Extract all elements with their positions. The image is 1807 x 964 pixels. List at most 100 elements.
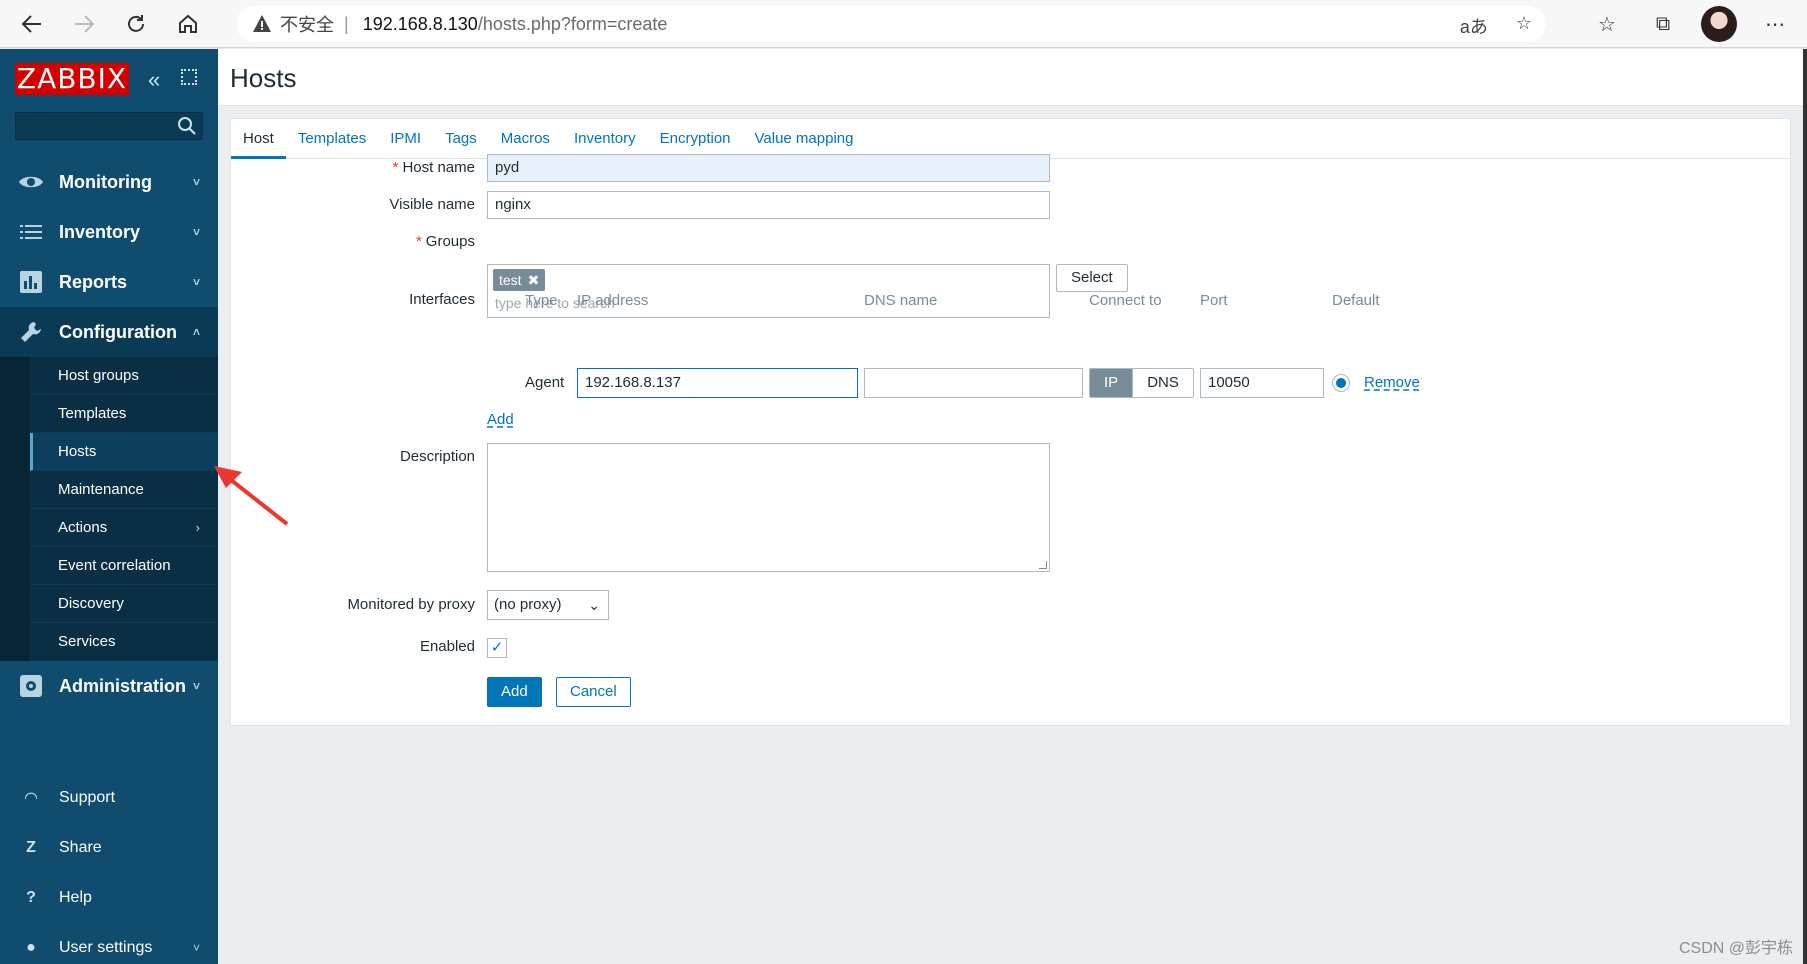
tab-encryption[interactable]: Encryption (648, 119, 743, 159)
interface-type-header: Type (525, 292, 558, 309)
tab-inventory[interactable]: Inventory (562, 119, 648, 159)
watermark: CSDN @彭宇栋 (1678, 940, 1793, 957)
add-button[interactable]: Add (487, 677, 542, 707)
tab-host[interactable]: Host (231, 119, 286, 159)
collections-icon[interactable]: ⧉ (1645, 6, 1681, 42)
submenu-event-correlation[interactable]: Event correlation (30, 547, 218, 585)
host-name-input[interactable]: pyd (487, 154, 1050, 182)
menu-inventory[interactable]: Inventory ˅ (0, 207, 218, 257)
add-interface-link[interactable]: Add (487, 411, 514, 428)
tab-macros[interactable]: Macros (489, 119, 562, 159)
configuration-submenu: Host groups Templates Hosts Maintenance … (0, 357, 218, 661)
group-tag: test ✖ (493, 269, 546, 291)
visible-name-input[interactable]: nginx (487, 191, 1050, 219)
proxy-label: Monitored by proxy (347, 596, 475, 613)
interface-default-header: Default (1332, 292, 1380, 309)
submenu-host-groups[interactable]: Host groups (30, 357, 218, 395)
sidebar: ZABBIX « Monitoring ˅ Inventory ˅ Report… (0, 49, 218, 964)
chevron-down-icon: ˅ (192, 941, 200, 955)
chevron-right-icon: › (195, 520, 200, 535)
refresh-icon[interactable] (116, 4, 156, 44)
address-bar[interactable]: 不安全 | 192.168.8.130/hosts.php?form=creat… (236, 6, 1546, 42)
headset-icon: ◠ (24, 790, 38, 807)
interface-ip-header: IP address (577, 292, 649, 309)
address-separator: | (344, 13, 349, 34)
chevron-down-icon: ˅ (192, 679, 200, 693)
submenu-templates[interactable]: Templates (30, 395, 218, 433)
description-textarea[interactable] (487, 443, 1050, 572)
window-edge (1803, 49, 1807, 964)
kiosk-mode-icon[interactable] (181, 69, 197, 85)
remove-tag-icon[interactable]: ✖ (528, 272, 540, 288)
collapse-sidebar-icon[interactable]: « (148, 67, 160, 93)
menu-reports-label: Reports (59, 271, 128, 292)
eye-icon (17, 168, 45, 196)
sidebar-search-input[interactable] (15, 112, 203, 140)
menu-share[interactable]: Z Share (0, 823, 218, 873)
menu-reports[interactable]: Reports ˅ (0, 257, 218, 307)
interface-ip-input[interactable]: 192.168.8.137 (577, 368, 858, 398)
groups-multiselect[interactable]: test ✖ type here to search (487, 264, 1050, 318)
add-favorite-icon[interactable]: ☆ (1516, 13, 1532, 39)
resize-handle-icon[interactable] (1039, 561, 1047, 569)
menu-administration[interactable]: Administration ˅ (0, 661, 218, 711)
zabbix-logo[interactable]: ZABBIX (15, 63, 129, 95)
favorites-icon[interactable]: ☆ (1589, 6, 1625, 42)
interface-port-input[interactable]: 10050 (1200, 368, 1324, 398)
default-interface-radio[interactable] (1332, 374, 1350, 392)
submenu-actions[interactable]: Actions › (30, 509, 218, 547)
proxy-select-value: (no proxy) (494, 596, 562, 613)
submenu-maintenance[interactable]: Maintenance (30, 471, 218, 509)
tab-ipmi[interactable]: IPMI (378, 119, 433, 159)
menu-support[interactable]: ◠ Support (0, 773, 218, 823)
page-header: Hosts (218, 49, 1803, 106)
browser-toolbar: 不安全 | 192.168.8.130/hosts.php?form=creat… (0, 0, 1807, 48)
interface-dns-header: DNS name (864, 292, 938, 309)
connect-ip-button[interactable]: IP (1090, 369, 1133, 397)
tab-templates[interactable]: Templates (286, 119, 378, 159)
chevron-down-icon: ˅ (192, 275, 200, 289)
back-icon[interactable] (12, 4, 52, 44)
menu-monitoring[interactable]: Monitoring ˅ (0, 157, 218, 207)
menu-help-label: Help (59, 889, 92, 906)
enabled-label: Enabled (419, 638, 475, 655)
forward-icon[interactable] (64, 4, 104, 44)
menu-support-label: Support (59, 789, 116, 806)
connect-dns-button[interactable]: DNS (1132, 369, 1193, 397)
home-icon[interactable] (168, 4, 208, 44)
submenu-discovery[interactable]: Discovery (30, 585, 218, 623)
chevron-down-icon: ⌄ (588, 597, 600, 613)
wrench-icon (17, 318, 45, 346)
menu-inventory-label: Inventory (59, 221, 141, 242)
interface-dns-input[interactable] (864, 368, 1083, 398)
required-mark: * (392, 159, 399, 176)
submenu-hosts[interactable]: Hosts (30, 433, 218, 471)
profile-avatar[interactable] (1701, 6, 1737, 42)
chevron-down-icon: ˅ (192, 175, 200, 189)
proxy-select[interactable]: (no proxy) ⌄ (487, 590, 609, 620)
page-title: Hosts (230, 63, 297, 93)
select-groups-button[interactable]: Select (1056, 264, 1128, 292)
warning-icon (253, 15, 271, 32)
enabled-checkbox[interactable]: ✓ (487, 638, 507, 658)
submenu-services[interactable]: Services (30, 623, 218, 661)
list-icon (17, 218, 45, 246)
search-icon[interactable] (177, 116, 197, 136)
tab-bar: Host Templates IPMI Tags Macros Inventor… (231, 119, 1790, 159)
menu-help[interactable]: ? Help (0, 873, 218, 923)
cancel-button[interactable]: Cancel (556, 677, 631, 707)
submenu-actions-label: Actions (58, 519, 108, 536)
more-icon[interactable]: ⋯ (1757, 6, 1793, 42)
remove-interface-link[interactable]: Remove (1364, 374, 1420, 391)
annotation-arrow-icon (214, 466, 289, 526)
share-icon: Z (26, 839, 36, 856)
read-aloud-icon[interactable]: aあ (1460, 13, 1488, 39)
menu-user-settings[interactable]: ● User settings ˅ (0, 923, 218, 964)
tab-tags[interactable]: Tags (433, 119, 489, 159)
chevron-down-icon: ˅ (192, 225, 200, 239)
menu-administration-label: Administration (59, 675, 187, 696)
tab-value-mapping[interactable]: Value mapping (743, 119, 866, 159)
menu-configuration[interactable]: Configuration ˄ (0, 307, 218, 357)
connect-to-toggle: IP DNS (1089, 368, 1194, 398)
required-mark: * (415, 233, 422, 250)
